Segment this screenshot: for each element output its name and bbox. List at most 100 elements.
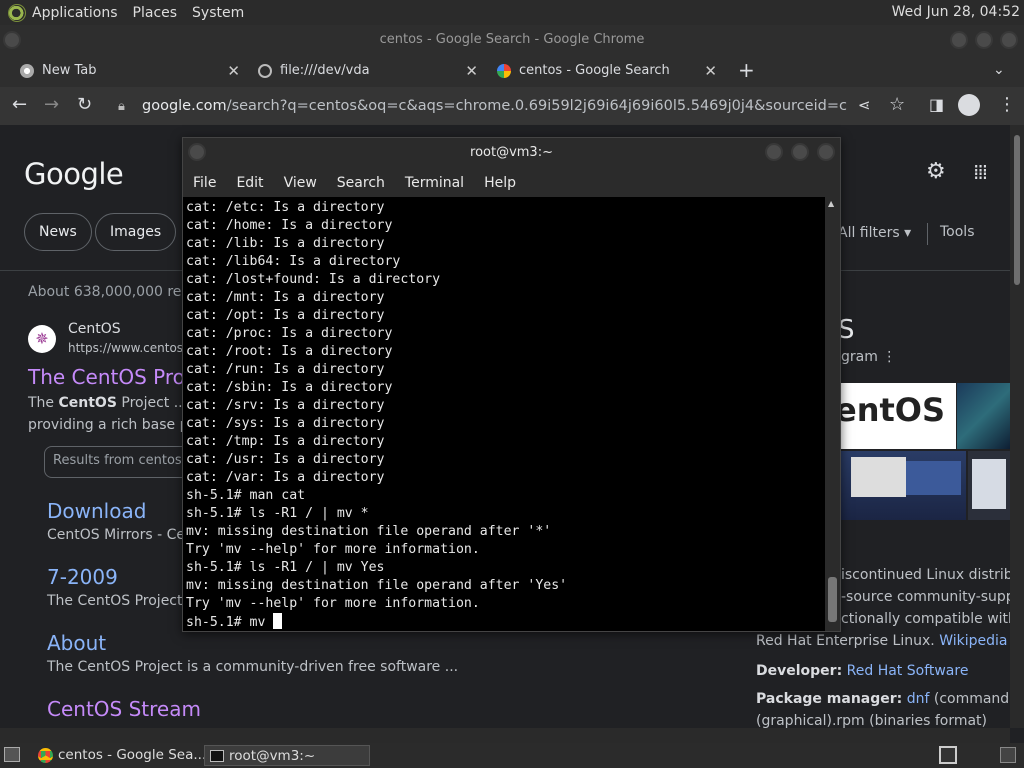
scroll-up-arrow-icon[interactable]: ▲ [828, 199, 834, 208]
task-chrome[interactable]: centos - Google Sea... [34, 745, 206, 766]
terminal-line: Try 'mv --help' for more information. [186, 596, 480, 611]
terminal-line: mv: missing destination file operand aft… [186, 578, 568, 593]
tab-new-tab[interactable]: New Tab ✕ [20, 55, 240, 87]
window-menu-button[interactable] [3, 31, 21, 49]
close-tab-icon[interactable]: ✕ [227, 55, 240, 87]
kp-developer: Developer: Red Hat Software [756, 663, 968, 679]
terminal-close-button[interactable] [817, 143, 835, 161]
menu-terminal[interactable]: Terminal [405, 175, 464, 191]
terminal-window: root@vm3:~ File Edit View Search Termina… [182, 137, 841, 632]
address-bar[interactable]: google.com/search?q=centos&oq=c&aqs=chro… [142, 92, 848, 120]
terminal-scrollbar-thumb[interactable] [828, 577, 837, 622]
terminal-line: cat: /var: Is a directory [186, 470, 385, 485]
settings-gear-icon[interactable]: ⚙ [926, 161, 946, 183]
terminal-menubar: File Edit View Search Terminal Help [183, 169, 840, 197]
all-filters-button[interactable]: All filters ▾ [838, 225, 911, 241]
scrollbar-thumb[interactable] [1014, 135, 1020, 285]
page-vertical-scrollbar[interactable] [1010, 125, 1024, 728]
terminal-output[interactable]: cat: /etc: Is a directory cat: /home: Is … [183, 197, 826, 631]
kp-wikipedia-link[interactable]: Wikipedia [939, 633, 1007, 649]
kp-more-icon[interactable]: ⋮ [882, 349, 896, 365]
terminal-window-menu-button[interactable] [188, 143, 206, 161]
terminal-line: cat: /proc: Is a directory [186, 326, 393, 341]
reload-icon[interactable]: ↻ [77, 95, 92, 115]
sitelink-download[interactable]: Download [47, 499, 146, 523]
kp-pm-link[interactable]: dnf [907, 691, 930, 707]
terminal-maximize-button[interactable] [791, 143, 809, 161]
apps-grid-icon[interactable]: ⁞⁞⁞ [973, 162, 988, 182]
google-logo[interactable]: Google [24, 157, 124, 191]
menu-help[interactable]: Help [484, 175, 516, 191]
close-tab-icon[interactable]: ✕ [465, 55, 478, 87]
terminal-minimize-button[interactable] [765, 143, 783, 161]
close-tab-icon[interactable]: ✕ [704, 55, 717, 87]
kp-logo-image[interactable]: entOS [835, 383, 956, 449]
filters-divider [927, 223, 928, 245]
side-panel-icon[interactable]: ◨ [929, 95, 944, 115]
terminal-prompt-line[interactable]: sh-5.1# mv [186, 613, 826, 631]
kp-screenshot-image[interactable] [841, 451, 966, 520]
url-path: /search?q=centos&oq=c&aqs=chrome.0.69i59… [226, 98, 848, 114]
tab-dev-vda[interactable]: file:///dev/vda ✕ [258, 55, 478, 87]
sitelink-about[interactable]: About [47, 631, 106, 655]
terminal-title: root@vm3:~ [470, 145, 553, 160]
menu-system[interactable]: System [192, 5, 244, 21]
workspace-switcher-icon[interactable] [939, 746, 957, 764]
kp-developer-link[interactable]: Red Hat Software [847, 663, 969, 679]
sitelink-7-2009-desc: The CentOS Project ... [47, 593, 201, 609]
chip-images[interactable]: Images [95, 213, 177, 251]
kp-wallpaper-image[interactable] [957, 383, 1010, 449]
sitelink-7-2009[interactable]: 7-2009 [47, 565, 118, 589]
share-icon[interactable]: ⋖ [858, 95, 871, 115]
back-arrow-icon[interactable]: ← [12, 95, 27, 115]
page-horizontal-scrollbar[interactable] [0, 728, 1010, 743]
terminal-line: cat: /lib64: Is a directory [186, 254, 401, 269]
tools-button[interactable]: Tools [940, 224, 975, 240]
task-terminal[interactable]: root@vm3:~ [204, 745, 370, 766]
show-desktop-icon[interactable] [4, 747, 20, 762]
kp-desc-line-2: -source community-suppor [841, 589, 1010, 605]
terminal-line: sh-5.1# ls -R1 / | mv * [186, 506, 369, 521]
kp-developer-label: Developer: [756, 663, 843, 679]
terminal-line: cat: /opt: Is a directory [186, 308, 385, 323]
terminal-scrollbar[interactable]: ▲ [825, 197, 840, 631]
panel-clock[interactable]: Wed Jun 28, 04:52 [892, 4, 1020, 20]
lock-icon[interactable]: 🔒︎ [118, 97, 125, 117]
chip-news[interactable]: News [24, 213, 92, 251]
close-button[interactable] [1000, 31, 1018, 49]
result-site-url[interactable]: https://www.centos.o [68, 341, 194, 355]
chrome-menu-icon[interactable]: ⋮ [998, 95, 1016, 115]
kp-package-manager: Package manager: dnf (command line); P [756, 691, 1010, 707]
results-from-box[interactable]: Results from centos.or [44, 446, 199, 478]
menu-search[interactable]: Search [337, 175, 385, 191]
snippet-bold: CentOS [58, 395, 117, 411]
kp-desc-text: Red Hat Enterprise Linux. [756, 633, 935, 649]
kp-pm-line-2: (graphical).rpm (binaries format) [756, 713, 988, 729]
new-tab-plus-icon[interactable]: + [738, 60, 755, 80]
kp-screenshot-image-2[interactable] [968, 451, 1010, 520]
tab-google-search[interactable]: centos - Google Search ✕ [497, 55, 717, 87]
terminal-titlebar[interactable]: root@vm3:~ [183, 138, 840, 169]
result-title-link[interactable]: The CentOS Proje [28, 365, 203, 389]
browser-toolbar: ← → ↻ 🔒︎ google.com/search?q=centos&oq=c… [0, 87, 1024, 125]
tab-label: file:///dev/vda [280, 63, 370, 78]
task-chrome-label: centos - Google Sea... [58, 747, 207, 763]
distro-logo-icon[interactable] [8, 3, 26, 22]
menu-edit[interactable]: Edit [236, 175, 263, 191]
menu-view[interactable]: View [284, 175, 317, 191]
menu-places[interactable]: Places [133, 5, 178, 21]
forward-arrow-icon[interactable]: → [44, 95, 59, 115]
terminal-line: Try 'mv --help' for more information. [186, 542, 480, 557]
workspace-switcher-icon-2[interactable] [1000, 747, 1016, 763]
profile-avatar-icon[interactable] [958, 94, 980, 116]
bottom-taskbar: centos - Google Sea... root@vm3:~ [0, 743, 1024, 768]
bookmark-star-icon[interactable]: ☆ [889, 95, 905, 115]
kp-desc-line-3: ctionally compatible with its [841, 611, 1010, 627]
sitelink-centos-stream[interactable]: CentOS Stream [47, 697, 201, 721]
minimize-button[interactable] [950, 31, 968, 49]
maximize-button[interactable] [975, 31, 993, 49]
menu-applications[interactable]: Applications [32, 5, 118, 21]
chrome-titlebar[interactable]: centos - Google Search - Google Chrome [0, 25, 1024, 55]
tab-search-chevron-icon[interactable]: ⌄ [993, 60, 1005, 80]
menu-file[interactable]: File [193, 175, 216, 191]
